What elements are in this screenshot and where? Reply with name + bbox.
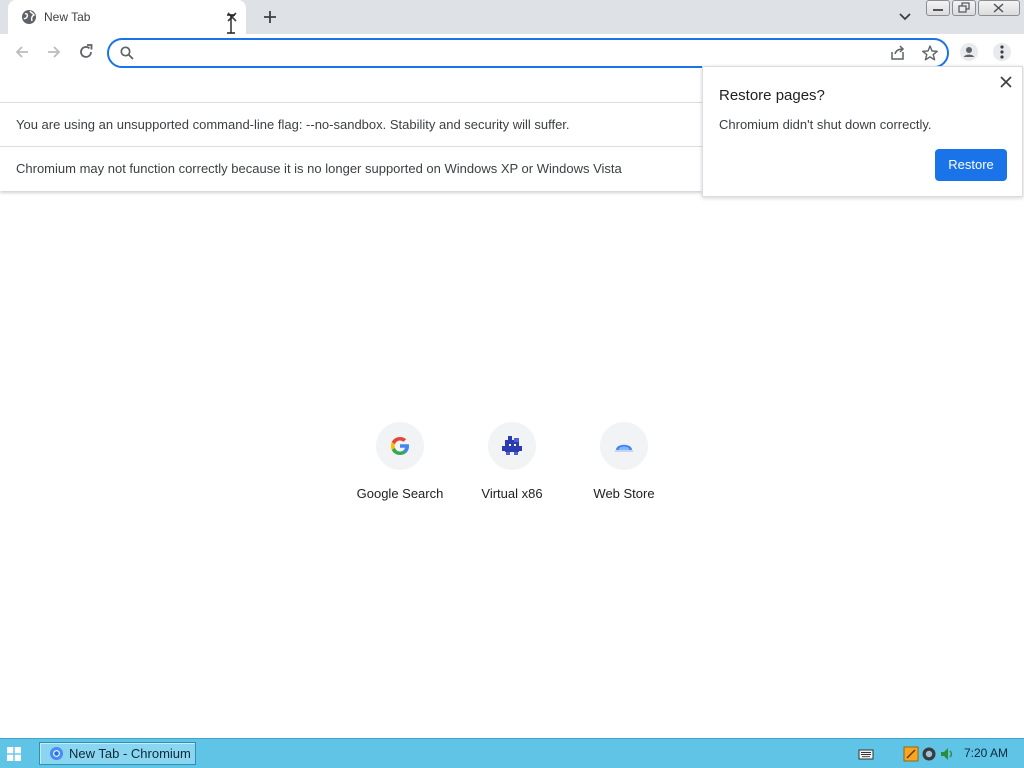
back-arrow-icon[interactable] — [12, 42, 32, 62]
shortcut-tile[interactable] — [600, 422, 648, 470]
restore-button[interactable]: Restore — [935, 149, 1007, 181]
minimize-button[interactable] — [926, 0, 950, 16]
new-tab-plus-icon[interactable] — [260, 7, 280, 27]
network-tray-icon[interactable] — [921, 746, 937, 762]
tab-title: New Tab — [44, 10, 91, 24]
shortcut-label: Virtual x86 — [481, 486, 543, 501]
globe-icon — [22, 10, 36, 24]
keyboard-icon[interactable] — [858, 746, 874, 762]
notepad-tray-icon[interactable] — [903, 746, 919, 762]
close-window-button[interactable] — [978, 0, 1020, 16]
shortcut-tiles: Google Search Virtual x86 Web Store — [344, 422, 680, 512]
taskbar: New Tab - Chromium 7:20 AM — [0, 738, 1024, 768]
volume-tray-icon[interactable] — [939, 746, 955, 762]
reload-icon[interactable] — [76, 42, 96, 62]
screen: New Tab You are using an unsupported com… — [0, 0, 1024, 768]
tab-new-tab[interactable]: New Tab — [8, 0, 246, 34]
shortcut-web-store[interactable]: Web Store — [568, 422, 680, 512]
infobar-stack: You are using an unsupported command-lin… — [0, 102, 702, 191]
address-bar[interactable] — [107, 38, 949, 68]
restore-window-button[interactable] — [952, 0, 976, 16]
google-icon — [391, 437, 409, 455]
restore-pages-bubble: Restore pages? Chromium didn't shut down… — [702, 66, 1023, 197]
profile-avatar-icon[interactable] — [959, 42, 979, 62]
sandbox-warning-infobar: You are using an unsupported command-lin… — [0, 103, 702, 147]
shortcut-virtual-x86[interactable]: Virtual x86 — [456, 422, 568, 512]
forward-arrow-icon[interactable] — [44, 42, 64, 62]
shortcut-tile[interactable] — [488, 422, 536, 470]
shortcut-label: Google Search — [356, 486, 444, 501]
chromium-icon — [49, 746, 64, 761]
shortcut-tile[interactable] — [376, 422, 424, 470]
restore-window-icon — [958, 2, 970, 13]
window-controls — [926, 0, 1022, 18]
share-icon[interactable] — [889, 44, 907, 62]
shortcut-google-search[interactable]: Google Search — [344, 422, 456, 512]
windows-start-icon[interactable] — [6, 746, 22, 762]
menu-kebab-icon[interactable] — [992, 42, 1012, 62]
search-icon — [120, 46, 134, 60]
taskbar-clock: 7:20 AM — [964, 746, 1009, 760]
web-store-icon — [615, 444, 633, 452]
tab-strip: New Tab — [0, 0, 1024, 34]
chevron-down-icon[interactable] — [895, 8, 915, 26]
bookmark-star-icon[interactable] — [921, 44, 939, 62]
taskbar-item-label: New Tab - Chromium — [69, 746, 191, 761]
taskbar-item-chromium[interactable]: New Tab - Chromium — [39, 742, 196, 765]
address-input[interactable] — [139, 43, 879, 63]
close-icon — [993, 3, 1004, 13]
text-cursor-icon — [227, 14, 235, 34]
os-warning-text: Chromium may not function correctly beca… — [16, 161, 622, 176]
os-warning-infobar: Chromium may not function correctly beca… — [0, 147, 702, 191]
virtual-x86-icon — [502, 436, 522, 455]
bubble-message: Chromium didn't shut down correctly. — [719, 117, 932, 132]
minimize-icon — [933, 9, 943, 11]
bubble-close-icon[interactable] — [999, 75, 1013, 89]
bubble-title: Restore pages? — [719, 87, 825, 104]
shortcut-label: Web Store — [593, 486, 655, 501]
sandbox-warning-text: You are using an unsupported command-lin… — [16, 117, 570, 132]
